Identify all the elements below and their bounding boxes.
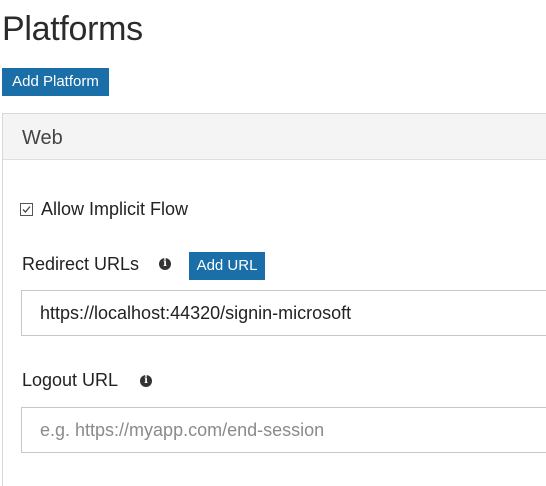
add-url-button[interactable]: Add URL [189, 252, 265, 280]
panel-header: Web [3, 114, 546, 160]
allow-implicit-flow-checkbox[interactable] [20, 202, 33, 216]
redirect-url-input[interactable] [21, 290, 546, 336]
add-platform-button[interactable]: Add Platform [2, 68, 109, 96]
info-circle-icon[interactable]: i [140, 375, 152, 387]
platforms-page: Platforms Add Platform Web Allow Implici… [0, 0, 546, 486]
redirect-urls-label: Redirect URLs [22, 254, 140, 274]
allow-implicit-flow-label: Allow Implicit Flow [41, 199, 189, 219]
page-title: Platforms [2, 10, 143, 48]
logout-url-label: Logout URL [22, 370, 119, 390]
checkmark-icon [22, 205, 31, 213]
info-circle-icon[interactable]: i [159, 258, 171, 270]
panel-title: Web [22, 127, 63, 149]
allow-implicit-flow-row[interactable]: Allow Implicit Flow [20, 199, 188, 219]
logout-url-input[interactable] [21, 407, 546, 453]
